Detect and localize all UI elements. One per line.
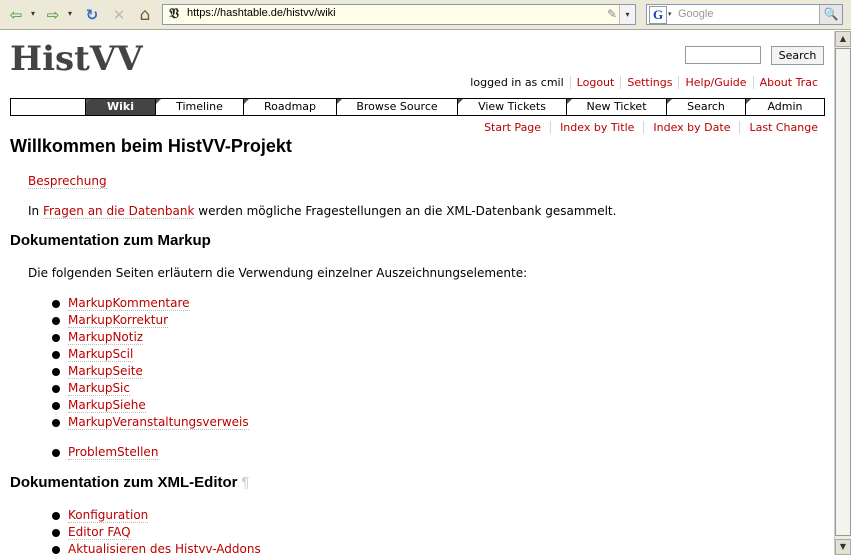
- problem-stellen-link[interactable]: ProblemStellen: [68, 445, 159, 460]
- tab-wiki[interactable]: Wiki: [85, 99, 155, 115]
- bullet-icon: [52, 333, 60, 342]
- url-bar[interactable]: 𝔙 https://hashtable.de/histvv/wiki ✎ ▾: [162, 4, 636, 25]
- url-history-dropdown-icon[interactable]: ▾: [619, 5, 635, 24]
- konfiguration-link[interactable]: Konfiguration: [68, 508, 149, 523]
- forward-icon[interactable]: ⇨: [43, 4, 63, 26]
- list-item: MarkupSic: [52, 381, 130, 396]
- logout-link[interactable]: Logout: [569, 76, 621, 89]
- settings-link[interactable]: Settings: [620, 76, 678, 89]
- intro-suffix: werden mögliche Fragestellungen an die X…: [194, 204, 617, 218]
- bullet-icon: [52, 448, 60, 457]
- markup-scil-link[interactable]: MarkupScil: [68, 347, 134, 362]
- bullet-icon: [52, 418, 60, 427]
- list-item: MarkupKorrektur: [52, 313, 169, 328]
- markup-sic-link[interactable]: MarkupSic: [68, 381, 130, 396]
- markup-seite-link[interactable]: MarkupSeite: [68, 364, 143, 379]
- list-item: Aktualisieren des Histvv-Addons: [52, 542, 261, 555]
- tab-view-tickets[interactable]: View Tickets: [457, 99, 566, 115]
- start-page-link[interactable]: Start Page: [475, 121, 550, 134]
- forward-dropdown-icon[interactable]: ▾: [68, 9, 72, 18]
- url-text[interactable]: https://hashtable.de/histvv/wiki: [187, 7, 336, 19]
- help-guide-link[interactable]: Help/Guide: [678, 76, 752, 89]
- site-favicon-icon: 𝔙: [169, 6, 179, 22]
- pilcrow-anchor-icon[interactable]: ¶: [242, 474, 250, 491]
- stop-icon[interactable]: ✕: [109, 4, 129, 26]
- about-trac-link[interactable]: About Trac: [752, 76, 824, 89]
- markup-intro-text: Die folgenden Seiten erläutern die Verwe…: [28, 266, 528, 280]
- site-logo[interactable]: HistVV: [10, 39, 143, 79]
- tab-search[interactable]: Search: [666, 99, 745, 115]
- bullet-icon: [52, 528, 60, 537]
- list-item: MarkupKommentare: [52, 296, 190, 311]
- section-heading-markup: Dokumentation zum Markup: [10, 232, 211, 249]
- list-item: Editor FAQ: [52, 525, 131, 540]
- list-item: MarkupVeranstaltungsverweis: [52, 415, 249, 430]
- markup-notiz-link[interactable]: MarkupNotiz: [68, 330, 144, 345]
- page-content: HistVV Search logged in as cmil Logout S…: [0, 31, 834, 555]
- markup-kommentare-link[interactable]: MarkupKommentare: [68, 296, 190, 311]
- markup-veranstaltungsverweis-link[interactable]: MarkupVeranstaltungsverweis: [68, 415, 249, 430]
- scrollbar-thumb[interactable]: [835, 48, 851, 536]
- browser-search-button-icon[interactable]: 🔍: [819, 5, 842, 24]
- index-by-title-link[interactable]: Index by Title: [550, 121, 643, 134]
- browser-search-input[interactable]: Google: [678, 8, 713, 20]
- site-search-input[interactable]: [685, 46, 761, 64]
- fragen-link[interactable]: Fragen an die Datenbank: [42, 204, 195, 219]
- markup-korrektur-link[interactable]: MarkupKorrektur: [68, 313, 169, 328]
- aktualisieren-addon-link[interactable]: Aktualisieren des Histvv-Addons: [68, 542, 261, 555]
- tab-browse-source[interactable]: Browse Source: [336, 99, 457, 115]
- google-engine-icon[interactable]: G: [649, 6, 667, 24]
- list-item: ProblemStellen: [52, 445, 159, 460]
- bullet-icon: [52, 545, 60, 554]
- intro-paragraph: In Fragen an die Datenbank werden möglic…: [28, 204, 617, 219]
- list-item: MarkupSeite: [52, 364, 143, 379]
- tab-timeline[interactable]: Timeline: [155, 99, 243, 115]
- back-dropdown-icon[interactable]: ▾: [31, 9, 35, 18]
- browser-toolbar: ⇦ ▾ ⇨ ▾ ↻ ✕ ⌂ 𝔙 https://hashtable.de/his…: [0, 0, 851, 30]
- meta-nav: logged in as cmil Logout Settings Help/G…: [464, 76, 824, 89]
- list-item: MarkupScil: [52, 347, 134, 362]
- tab-new-ticket[interactable]: New Ticket: [566, 99, 666, 115]
- section-heading-editor-text: Dokumentation zum XML-Editor: [10, 474, 238, 491]
- bullet-icon: [52, 299, 60, 308]
- scroll-up-icon[interactable]: ▲: [835, 31, 851, 47]
- bullet-icon: [52, 511, 60, 520]
- home-icon[interactable]: ⌂: [135, 4, 155, 26]
- bullet-icon: [52, 316, 60, 325]
- bullet-icon: [52, 350, 60, 359]
- index-by-date-link[interactable]: Index by Date: [643, 121, 739, 134]
- main-nav: Wiki Timeline Roadmap Browse Source View…: [10, 98, 825, 116]
- site-search-button[interactable]: Search: [771, 46, 824, 65]
- markup-siehe-link[interactable]: MarkupSiehe: [68, 398, 146, 413]
- engine-dropdown-icon[interactable]: ▾: [668, 10, 672, 18]
- tab-roadmap[interactable]: Roadmap: [243, 99, 336, 115]
- besprechung-paragraph: Besprechung: [28, 174, 107, 189]
- vertical-scrollbar[interactable]: ▲ ▼: [834, 31, 851, 555]
- list-item: MarkupNotiz: [52, 330, 144, 345]
- reload-icon[interactable]: ↻: [82, 4, 102, 26]
- tab-admin[interactable]: Admin: [745, 99, 824, 115]
- bullet-icon: [52, 367, 60, 376]
- logged-in-label: logged in as cmil: [470, 76, 564, 89]
- back-icon[interactable]: ⇦: [6, 4, 26, 26]
- list-item: Konfiguration: [52, 508, 149, 523]
- scroll-down-icon[interactable]: ▼: [835, 539, 851, 555]
- browser-search-box[interactable]: G ▾ Google 🔍: [646, 4, 843, 25]
- bullet-icon: [52, 401, 60, 410]
- last-change-link[interactable]: Last Change: [739, 121, 824, 134]
- rss-go-icon[interactable]: ✎: [607, 7, 617, 21]
- editor-faq-link[interactable]: Editor FAQ: [68, 525, 131, 540]
- section-heading-editor: Dokumentation zum XML-Editor ¶: [10, 474, 250, 491]
- list-item: MarkupSiehe: [52, 398, 146, 413]
- page-title: Willkommen beim HistVV-Projekt: [10, 136, 292, 156]
- intro-prefix: In: [28, 204, 43, 218]
- besprechung-link[interactable]: Besprechung: [28, 174, 107, 189]
- bullet-icon: [52, 384, 60, 393]
- context-nav: Start Page Index by Title Index by Date …: [475, 121, 824, 134]
